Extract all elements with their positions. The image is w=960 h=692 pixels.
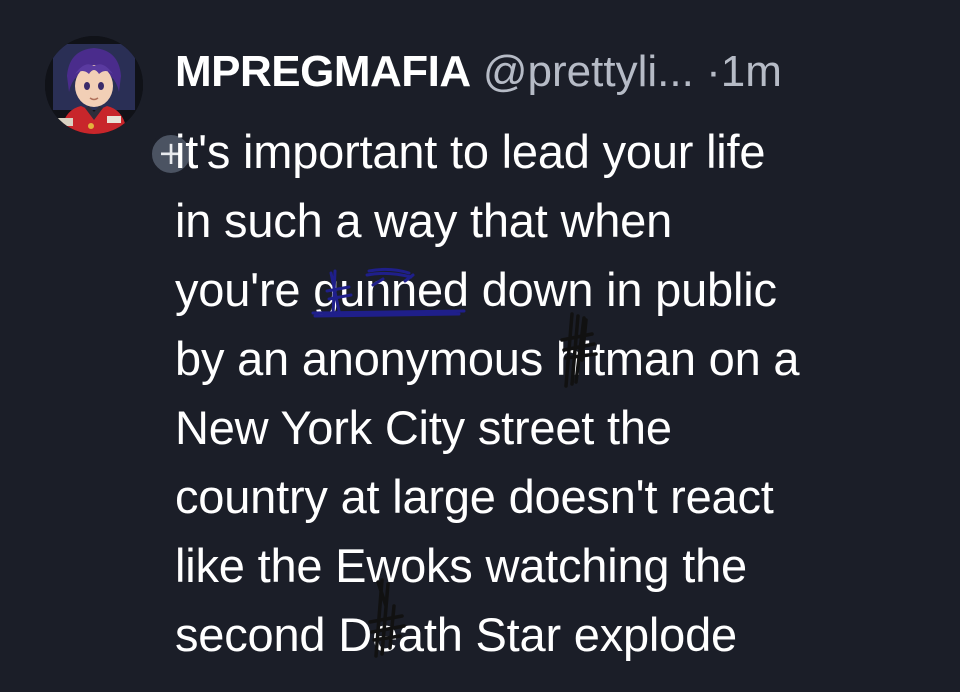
censored-word: Death <box>338 578 463 669</box>
text-segment: by an anonymous <box>175 332 556 385</box>
censored-word-text: gunned <box>313 263 469 316</box>
text-segment: you're <box>175 263 314 316</box>
text-line: like the Ewoks watching the <box>175 531 945 600</box>
censored-word-text: hitman <box>555 332 696 385</box>
post-header: MPREGMAFIA @prettyli... ·1m <box>175 46 782 98</box>
separator-dot: · <box>706 47 721 96</box>
text-line: by an anonymous hitman on a <box>175 312 945 393</box>
text-segment: like the Ewoks watching the <box>175 539 747 592</box>
text-segment: in such a way that when <box>175 194 673 247</box>
censored-word: hitman <box>555 312 696 393</box>
text-segment: it's important to lead your life <box>175 125 766 178</box>
avatar[interactable] <box>45 36 143 134</box>
censored-word: gunned <box>311 255 469 324</box>
text-segment: on a <box>695 332 800 385</box>
avatar-container[interactable]: + <box>45 36 193 176</box>
censored-word-text: Death <box>338 608 463 661</box>
text-line: New York City street the <box>175 393 945 462</box>
text-line: country at large doesn't react <box>175 462 945 531</box>
text-line: it's important to lead your life <box>175 117 945 186</box>
post: + MPREGMAFIA @prettyli... ·1m it's impor… <box>0 0 960 692</box>
post-body: it's important to lead your life in such… <box>175 117 945 669</box>
text-line: in such a way that when <box>175 186 945 255</box>
user-handle[interactable]: @prettyli... <box>483 47 694 96</box>
anime-avatar-icon <box>45 36 143 134</box>
text-segment: down in public <box>468 263 777 316</box>
timestamp[interactable]: 1m <box>721 47 782 96</box>
display-name[interactable]: MPREGMAFIA <box>175 47 471 96</box>
text-line: second Death Star explode <box>175 578 945 669</box>
text-segment: Star explode <box>462 608 737 661</box>
text-segment: New York City street the <box>175 401 672 454</box>
text-segment: second <box>175 608 339 661</box>
text-segment: country at large doesn't react <box>175 470 774 523</box>
text-line: you're gunned down in public <box>175 255 945 324</box>
